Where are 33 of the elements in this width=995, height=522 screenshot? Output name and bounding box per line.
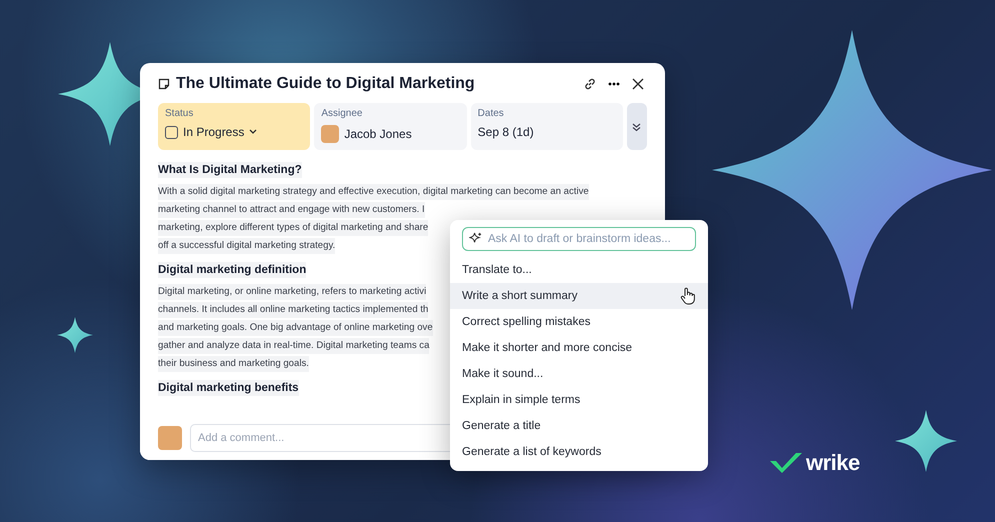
logo-text: wrike [806, 450, 860, 476]
field-label: Dates [478, 108, 505, 119]
menu-item[interactable]: Write a short summary [450, 283, 708, 309]
status-field[interactable]: Status In Progress [158, 103, 310, 150]
section-heading: Digital marketing benefits [158, 380, 299, 396]
section-heading: What Is Digital Marketing? [158, 162, 302, 178]
field-label: Assignee [321, 108, 364, 119]
avatar-placeholder [158, 426, 182, 450]
checkmark-logo-icon [770, 453, 802, 473]
task-title: The Ultimate Guide to Digital Marketing [176, 75, 476, 93]
menu-item[interactable]: Make it shorter and more concise [450, 335, 708, 361]
field-label: Status [165, 108, 194, 119]
section-heading: Digital marketing definition [158, 262, 306, 278]
assignee-field[interactable]: Assignee Jacob Jones [314, 103, 467, 150]
menu-item[interactable]: Explain in simple terms [450, 387, 708, 413]
expand-button[interactable] [626, 103, 647, 150]
sparkle-icon [469, 232, 482, 245]
chevron-down-icon [249, 129, 258, 135]
avatar-placeholder [321, 125, 340, 143]
menu-item[interactable]: Make it sound... [450, 361, 708, 387]
field-value: In Progress [183, 125, 244, 139]
star-drawing [895, 410, 957, 472]
status-checkbox[interactable] [165, 126, 178, 138]
hand-cursor-icon [680, 287, 696, 305]
note-icon [158, 78, 170, 90]
ask-ai-field[interactable]: Ask AI to draft or brainstorm ideas... [462, 227, 696, 251]
dates-field[interactable]: Dates Sep 8 (1d) [470, 103, 623, 150]
star-drawing [57, 317, 93, 353]
field-value: Sep 8 (1d) [478, 125, 534, 139]
chevrons-down-icon [632, 122, 642, 132]
field-value: Jacob Jones [344, 127, 412, 141]
menu-item[interactable]: Correct spelling mistakes [450, 309, 708, 335]
menu-item[interactable]: Translate to... [450, 257, 708, 283]
